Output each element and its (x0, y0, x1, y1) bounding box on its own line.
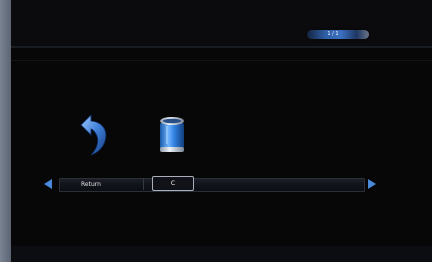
header-divider (11, 46, 432, 48)
left-bezel (0, 0, 11, 262)
tv-frame: 1 / 1 Return C (0, 0, 437, 262)
scroll-right-arrow-icon[interactable] (368, 179, 376, 189)
selection-label: Return (81, 181, 101, 188)
scroll-left-arrow-icon[interactable] (44, 179, 52, 189)
footer-band (11, 246, 432, 262)
page-indicator-text: 1 / 1 (327, 31, 339, 37)
selection-bar-divider (143, 179, 144, 190)
selection-bar (59, 178, 365, 192)
header-band (11, 0, 432, 47)
selection-value-field[interactable]: C (152, 176, 194, 191)
header-divider-secondary (11, 60, 432, 61)
return-arrow-icon[interactable] (77, 113, 111, 157)
menu-screen: 1 / 1 Return C (11, 0, 432, 262)
page-indicator: 1 / 1 (307, 30, 369, 39)
trash-can-icon[interactable] (157, 114, 187, 156)
